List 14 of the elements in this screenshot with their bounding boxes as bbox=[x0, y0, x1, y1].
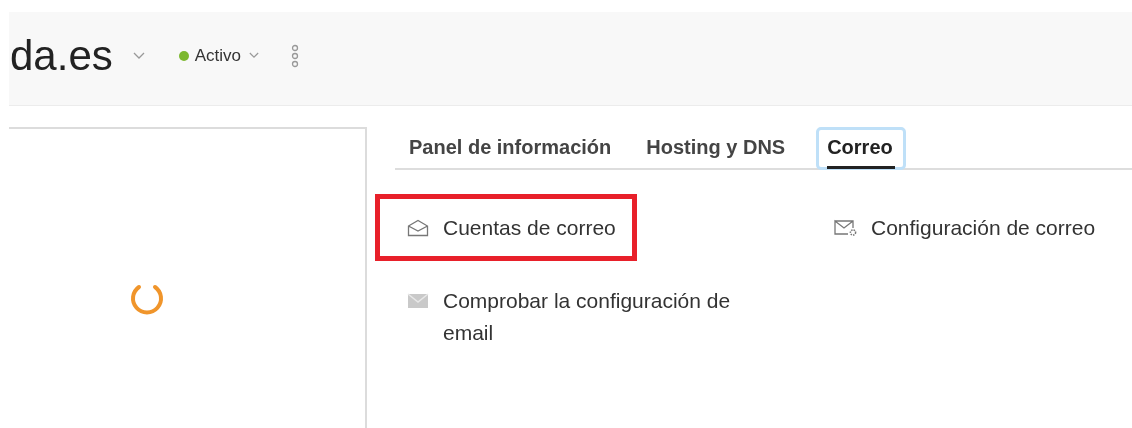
chevron-icon[interactable] bbox=[132, 51, 145, 60]
chevron-icon bbox=[249, 52, 260, 59]
mail-link[interactable]: Cuentas de correo bbox=[375, 194, 637, 261]
envelope-gear-icon bbox=[834, 219, 858, 237]
domain-title: da.es bbox=[10, 31, 113, 80]
mail-link[interactable]: Comprobar la configuración de email bbox=[375, 267, 794, 366]
tab[interactable]: Correo bbox=[816, 127, 906, 170]
envelope-icon bbox=[406, 292, 430, 310]
more-icon[interactable] bbox=[291, 43, 300, 68]
envelope-icon bbox=[406, 219, 430, 237]
tab[interactable]: Hosting y DNS bbox=[642, 127, 799, 170]
mail-link[interactable]: Configuración de correo bbox=[803, 194, 1117, 261]
status-dropdown[interactable]: Activo bbox=[178, 45, 260, 66]
tab[interactable]: Panel de información bbox=[405, 127, 625, 170]
